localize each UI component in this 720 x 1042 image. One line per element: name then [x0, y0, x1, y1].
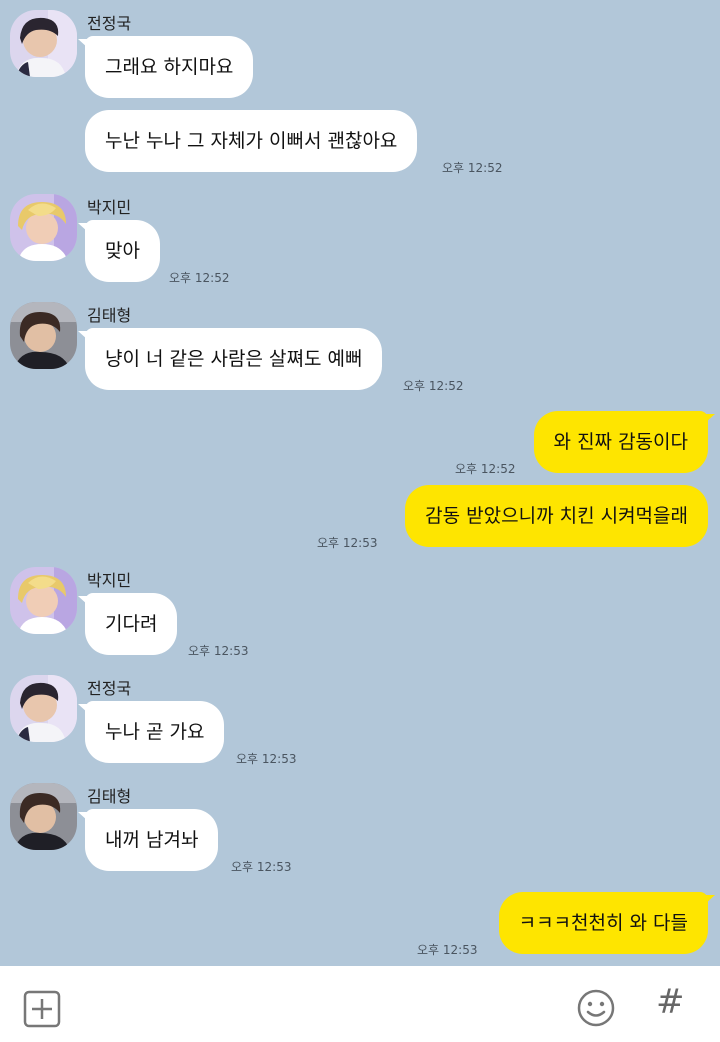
- avatar[interactable]: [10, 675, 77, 742]
- message-time: 오후 12:52: [442, 161, 503, 175]
- avatar[interactable]: [10, 194, 77, 261]
- message-time: 오후 12:52: [169, 271, 230, 285]
- message-bubble[interactable]: ㅋㅋㅋ천천히 와 다들: [498, 892, 716, 954]
- message-bubble[interactable]: 맞아: [78, 220, 160, 282]
- avatar[interactable]: [10, 302, 77, 369]
- message-time: 오후 12:52: [403, 379, 464, 393]
- message-time: 오후 12:53: [231, 860, 292, 874]
- avatar[interactable]: [10, 10, 77, 77]
- message-bubble[interactable]: 내꺼 남겨놔: [77, 809, 219, 871]
- sender-name: 김태형: [87, 787, 132, 806]
- message-time: 오후 12:52: [455, 462, 516, 476]
- sender-name: 박지민: [87, 198, 132, 217]
- sender-name: 전정국: [87, 679, 132, 698]
- plus-square-icon[interactable]: [23, 990, 61, 1032]
- message-time: 오후 12:53: [317, 536, 378, 550]
- message-bubble[interactable]: 냥이 너 같은 사람은 살쪄도 예뻐: [77, 328, 383, 390]
- avatar[interactable]: [10, 783, 77, 850]
- sender-name: 전정국: [87, 14, 132, 33]
- message-time: 오후 12:53: [417, 943, 478, 957]
- message-bubble[interactable]: 그래요 하지마요: [77, 36, 254, 98]
- chat-area[interactable]: 전정국 그래요 하지마요 누난 누나 그 자체가 이뻐서 괜찮아요 오후 12:…: [0, 0, 720, 966]
- smiley-icon[interactable]: [576, 988, 616, 1032]
- hashtag-button[interactable]: #: [656, 982, 685, 1022]
- message-bubble[interactable]: 기다려: [77, 593, 178, 655]
- message-time: 오후 12:53: [236, 752, 297, 766]
- avatar[interactable]: [10, 567, 77, 634]
- message-bubble[interactable]: 누난 누나 그 자체가 이뻐서 괜찮아요: [85, 110, 418, 172]
- message-bubble[interactable]: 감동 받았으니까 치킨 시켜먹을래: [405, 485, 708, 547]
- message-bubble[interactable]: 누나 곧 가요: [77, 701, 225, 763]
- input-bar: #: [0, 966, 720, 1042]
- message-time: 오후 12:53: [188, 644, 249, 658]
- message-bubble[interactable]: 와 진짜 감동이다: [533, 411, 716, 473]
- sender-name: 박지민: [87, 571, 132, 590]
- sender-name: 김태형: [87, 306, 132, 325]
